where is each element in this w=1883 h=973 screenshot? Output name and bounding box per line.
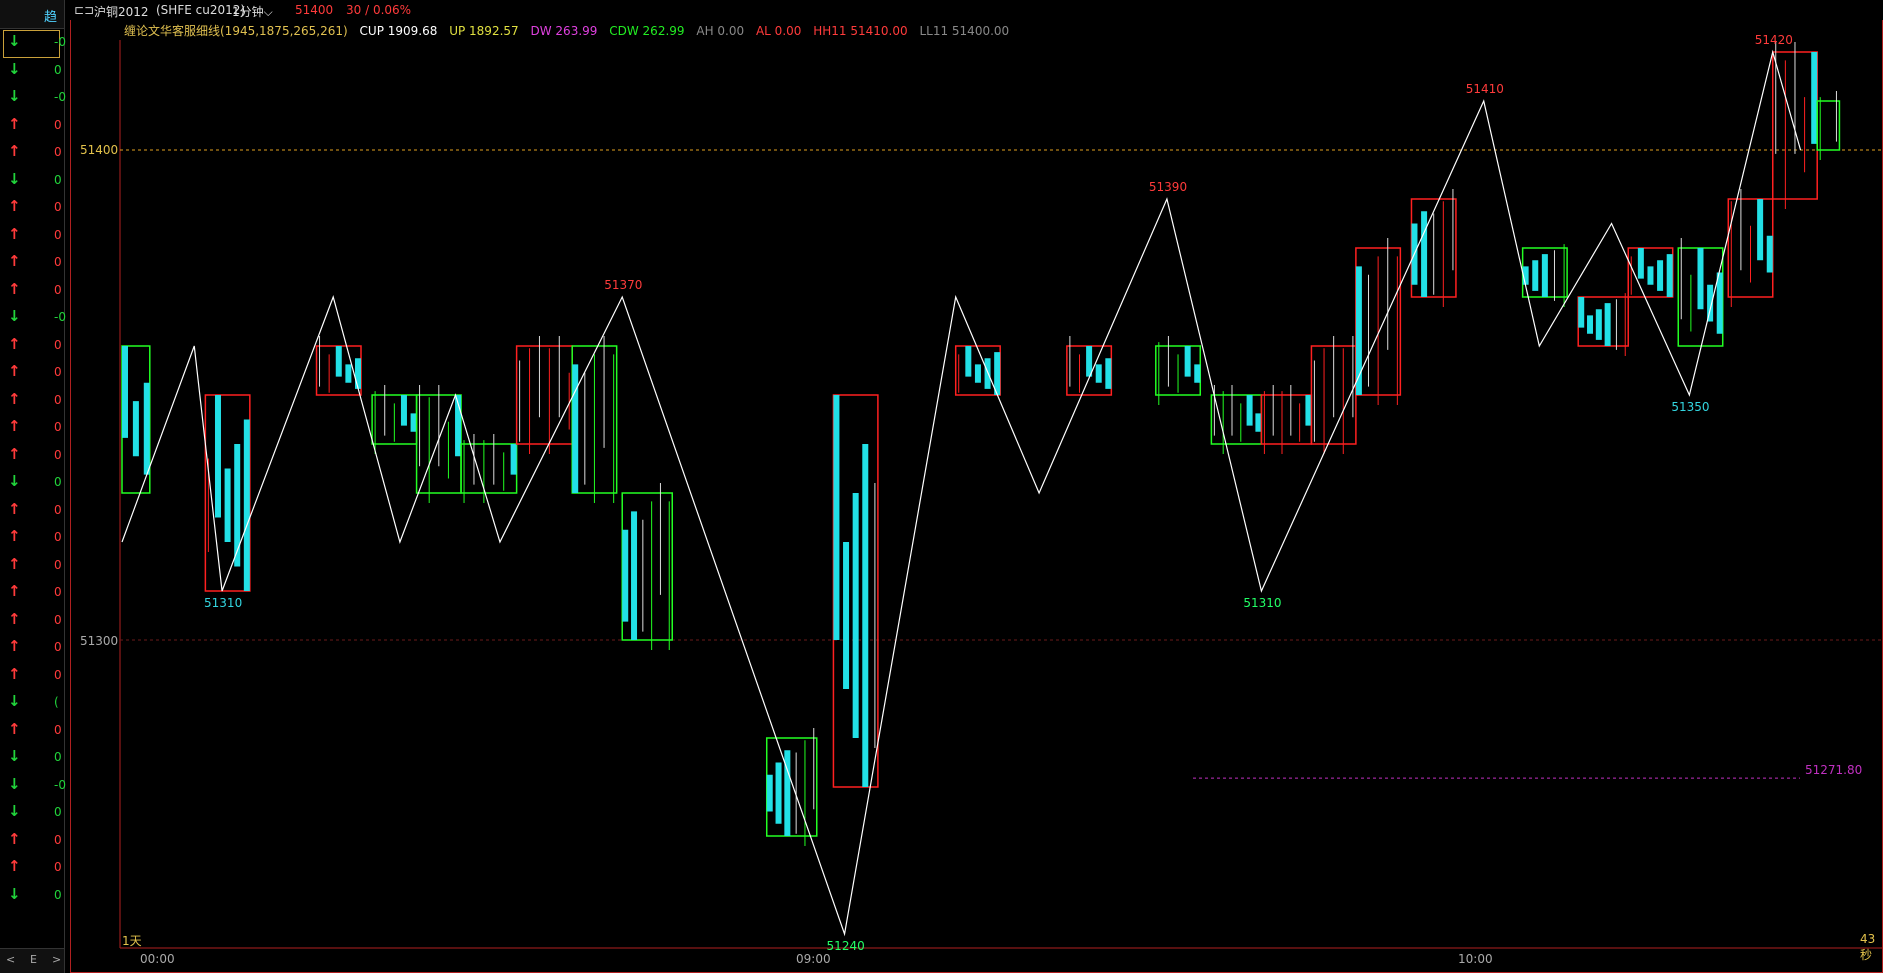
candle-body bbox=[1421, 211, 1428, 297]
price-box bbox=[1210, 394, 1263, 445]
candle-body bbox=[1095, 364, 1102, 383]
candle-body bbox=[1716, 272, 1723, 334]
candle-body bbox=[335, 346, 342, 377]
price-box bbox=[460, 443, 518, 494]
candle-body bbox=[1105, 358, 1112, 389]
pivot-label: 51350 bbox=[1671, 400, 1709, 414]
candle-body bbox=[1647, 266, 1654, 285]
price-box bbox=[515, 345, 573, 445]
candle-body bbox=[400, 395, 407, 426]
candle-body bbox=[1766, 235, 1773, 273]
candle-body bbox=[1184, 346, 1191, 377]
candle-body bbox=[965, 346, 972, 377]
price-box bbox=[1577, 296, 1629, 347]
period-range-label: 1天 bbox=[122, 934, 142, 948]
candle-body bbox=[1811, 52, 1818, 144]
pivot-label: 51310 bbox=[1243, 596, 1281, 610]
pivot-label: 51390 bbox=[1149, 180, 1187, 194]
candle-body bbox=[243, 419, 250, 591]
candle-body bbox=[1637, 248, 1644, 279]
pivot-label: 51370 bbox=[604, 278, 642, 292]
candle-body bbox=[775, 762, 782, 824]
candle-body bbox=[1587, 315, 1594, 334]
pivot-label: 51410 bbox=[1466, 82, 1504, 96]
candle-body bbox=[1697, 248, 1704, 310]
pivot-label: 51310 bbox=[204, 596, 242, 610]
candle-body bbox=[1657, 260, 1664, 291]
time-tick: 09:00 bbox=[796, 952, 831, 966]
candle-body bbox=[510, 444, 517, 475]
candle-body bbox=[1305, 395, 1312, 426]
price-box bbox=[765, 737, 818, 837]
candle-body bbox=[1578, 297, 1585, 328]
candle-body bbox=[631, 511, 638, 640]
average-price-label: 51271.80 bbox=[1805, 763, 1862, 777]
candle-body bbox=[143, 382, 150, 475]
candle-body bbox=[766, 774, 773, 812]
candle-body bbox=[1595, 309, 1602, 340]
time-tick: 10:00 bbox=[1458, 952, 1493, 966]
time-tick: 00:00 bbox=[140, 952, 175, 966]
price-tick-51300: 51300 bbox=[80, 634, 119, 648]
candle-body bbox=[345, 364, 352, 383]
time-axis: 00:00 09:00 10:00 bbox=[120, 950, 1883, 970]
candle-body bbox=[833, 395, 840, 640]
candle-body bbox=[862, 444, 869, 787]
zigzag-line bbox=[121, 49, 1802, 937]
candle-body bbox=[1604, 303, 1611, 346]
candle-body bbox=[1194, 364, 1201, 383]
price-box bbox=[621, 492, 673, 641]
candle-body bbox=[122, 346, 128, 438]
candle-body bbox=[843, 542, 850, 689]
candle-body bbox=[974, 364, 981, 383]
kline-chart[interactable]: 51271.8051310513705124051390513105141051… bbox=[0, 0, 1883, 973]
price-tick-51400: 51400 bbox=[80, 143, 119, 157]
candle-body bbox=[234, 444, 241, 567]
candle-body bbox=[224, 468, 231, 542]
candle-body bbox=[354, 358, 361, 389]
candle-body bbox=[1255, 413, 1262, 432]
candle-body bbox=[1532, 260, 1539, 291]
candle-body bbox=[622, 529, 629, 622]
candle-body bbox=[1666, 254, 1673, 297]
candle-body bbox=[1757, 199, 1764, 261]
candle-body bbox=[1541, 254, 1548, 297]
price-box bbox=[1260, 394, 1313, 445]
candle-body bbox=[572, 364, 579, 493]
candle-body bbox=[984, 358, 991, 389]
pivot-label: 51420 bbox=[1755, 33, 1793, 47]
candle-body bbox=[132, 401, 139, 457]
candle-body bbox=[214, 395, 221, 518]
candle-body bbox=[1246, 395, 1253, 426]
candle-body bbox=[852, 493, 859, 738]
candle-body bbox=[410, 413, 417, 432]
